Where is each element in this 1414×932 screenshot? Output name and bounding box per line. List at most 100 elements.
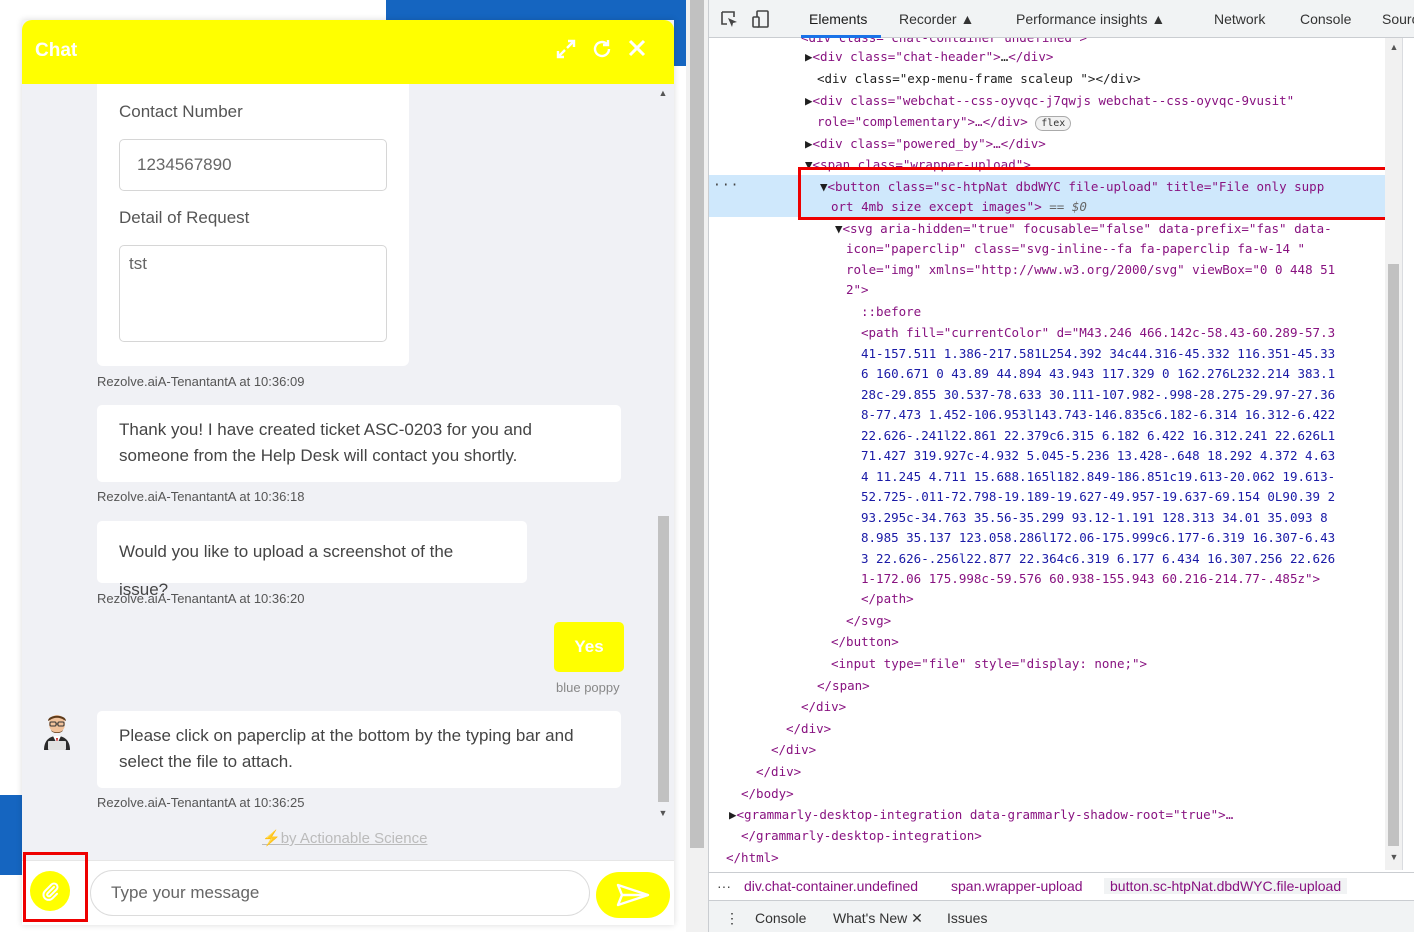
tab-recorder[interactable]: Recorder ▲ bbox=[899, 11, 974, 27]
drawer-tab-console[interactable]: Console bbox=[755, 910, 806, 926]
dom-tree-scrollbar[interactable]: ▲ ▼ bbox=[1385, 38, 1402, 870]
tab-sources[interactable]: Sourc bbox=[1382, 11, 1414, 27]
dom-line[interactable]: 4 11.245 4.711 15.688.165l182.849-186.85… bbox=[861, 466, 1335, 488]
dom-line[interactable]: ▼<svg aria-hidden="true" focusable="fals… bbox=[835, 218, 1332, 240]
user-message: Yes bbox=[554, 622, 624, 672]
dom-line[interactable]: 71.427 319.927c-4.932 5.045-5.236 13.428… bbox=[861, 445, 1335, 467]
breadcrumb-item[interactable]: span.wrapper-upload bbox=[951, 878, 1083, 894]
dom-line[interactable]: ▶<grammarly-desktop-integration data-gra… bbox=[729, 804, 1233, 826]
page-scrollbar[interactable] bbox=[686, 0, 708, 932]
dom-line[interactable]: role="complementary">…</div> flex bbox=[817, 111, 1072, 133]
page-scrollbar-thumb[interactable] bbox=[690, 0, 704, 848]
message-meta: Rezolve.aiA-TenantantA at 10:36:20 bbox=[97, 591, 305, 606]
dom-line[interactable]: </button> bbox=[831, 631, 899, 653]
powered-by-link[interactable]: ⚡by Actionable Science bbox=[262, 829, 427, 847]
dom-line[interactable]: </div> bbox=[771, 739, 816, 761]
breadcrumb-item-selected[interactable]: button.sc-htpNat.dbdWYC.file-upload bbox=[1104, 878, 1348, 894]
dom-line[interactable]: </html> bbox=[726, 847, 779, 869]
breadcrumb-item[interactable]: div.chat-container.undefined bbox=[744, 878, 918, 894]
dom-line[interactable]: 8.985 35.137 123.058.286l172.06-175.999c… bbox=[861, 527, 1335, 549]
contact-form-card: Contact Number 1234567890 Detail of Requ… bbox=[97, 84, 409, 366]
message-meta: Rezolve.aiA-TenantantA at 10:36:09 bbox=[97, 374, 305, 389]
tab-network[interactable]: Network bbox=[1214, 11, 1265, 27]
message-meta: Rezolve.aiA-TenantantA at 10:36:25 bbox=[97, 795, 305, 810]
tab-elements[interactable]: Elements bbox=[809, 11, 867, 27]
dom-line[interactable]: </span> bbox=[817, 675, 870, 697]
inspect-element-icon[interactable] bbox=[719, 9, 739, 29]
dom-line[interactable]: 41-157.511 1.386-217.581L254.392 34c44.3… bbox=[861, 343, 1335, 365]
bot-avatar bbox=[36, 710, 78, 752]
dom-line[interactable]: 93.295c-34.763 35.56-35.299 93.12-1.191 … bbox=[861, 507, 1328, 529]
drawer-tab-whats-new[interactable]: What's New ✕ bbox=[833, 910, 923, 927]
dom-line[interactable]: <path fill="currentColor" d="M43.246 466… bbox=[861, 322, 1335, 344]
dom-line[interactable]: role="img" xmlns="http://www.w3.org/2000… bbox=[846, 259, 1335, 281]
message-input[interactable] bbox=[90, 870, 590, 916]
contact-number-field[interactable]: 1234567890 bbox=[119, 139, 387, 191]
close-tab-icon[interactable]: ✕ bbox=[911, 910, 923, 926]
dom-line[interactable]: 28c-29.855 30.537-78.633 30.111-107.982-… bbox=[861, 384, 1335, 406]
flask-icon: ▲ bbox=[1151, 11, 1166, 27]
bot-message: Thank you! I have created ticket ASC-020… bbox=[97, 405, 621, 482]
powered-by-text: by Actionable Science bbox=[280, 830, 428, 847]
close-icon[interactable] bbox=[625, 38, 649, 62]
scroll-down-arrow-icon[interactable]: ▼ bbox=[657, 808, 669, 818]
send-icon bbox=[616, 883, 650, 907]
detail-of-request-label: Detail of Request bbox=[119, 208, 250, 227]
dom-breadcrumb: ··· div.chat-container.undefined span.wr… bbox=[709, 872, 1414, 900]
highlight-button-node-box bbox=[798, 167, 1385, 220]
bolt-icon: ⚡ bbox=[262, 830, 281, 847]
chat-widget: Chat Contact Number 1234567890 Detail of… bbox=[22, 20, 674, 925]
refresh-icon[interactable] bbox=[590, 38, 614, 62]
scroll-down-arrow-icon[interactable]: ▼ bbox=[1388, 852, 1400, 862]
dom-line[interactable]: </div> bbox=[786, 718, 831, 740]
expand-icon[interactable] bbox=[554, 38, 578, 62]
more-options-icon[interactable]: ··· bbox=[713, 178, 739, 193]
dom-line[interactable]: icon="paperclip" class="svg-inline--fa f… bbox=[846, 238, 1305, 260]
drawer-tab-issues[interactable]: Issues bbox=[947, 910, 987, 926]
devtools-drawer: ⋮ Console What's New ✕ Issues bbox=[709, 900, 1414, 932]
highlight-paperclip-box bbox=[23, 852, 88, 922]
flask-icon: ▲ bbox=[960, 11, 975, 27]
dom-line[interactable]: </div> bbox=[756, 761, 801, 783]
dom-line[interactable]: ▶<div class="powered_by">…</div> bbox=[805, 133, 1046, 155]
dom-line[interactable]: </grammarly-desktop-integration> bbox=[741, 825, 982, 847]
scroll-up-arrow-icon[interactable]: ▲ bbox=[1388, 42, 1400, 52]
flex-badge[interactable]: flex bbox=[1035, 116, 1072, 131]
bot-message: Please click on paperclip at the bottom … bbox=[97, 711, 621, 788]
chat-scrollbar[interactable]: ▲ ▼ bbox=[654, 86, 672, 826]
scroll-up-arrow-icon[interactable]: ▲ bbox=[657, 88, 669, 98]
tab-console[interactable]: Console bbox=[1300, 11, 1351, 27]
send-button[interactable] bbox=[596, 872, 670, 918]
device-toolbar-icon[interactable] bbox=[751, 9, 771, 29]
tab-performance-insights[interactable]: Performance insights ▲ bbox=[1016, 11, 1165, 27]
dom-line[interactable]: </div> bbox=[801, 696, 846, 718]
dom-line[interactable]: ::before bbox=[861, 301, 921, 323]
dom-line[interactable]: <input type="file" style="display: none;… bbox=[831, 653, 1147, 675]
styles-pane-edge bbox=[1402, 38, 1414, 870]
drawer-tab-whats-new-label: What's New bbox=[833, 910, 908, 926]
breadcrumb-overflow-icon[interactable]: ··· bbox=[717, 878, 731, 894]
dom-tree: ··· <div class="chat-container undefined… bbox=[709, 38, 1385, 870]
dom-tree-scrollbar-thumb[interactable] bbox=[1388, 264, 1399, 846]
dom-line[interactable]: 8-77.473 1.452-106.953l143.743-146.835c6… bbox=[861, 404, 1335, 426]
devtools-panel: Elements Recorder ▲ Performance insights… bbox=[708, 0, 1414, 932]
dom-line[interactable]: 3 22.626-.256l22.877 22.364c6.319 6.177 … bbox=[861, 548, 1335, 570]
web-page: Chat Contact Number 1234567890 Detail of… bbox=[0, 0, 686, 932]
dom-line[interactable]: 52.725-.011-72.798-19.189-19.627-49.957-… bbox=[861, 486, 1335, 508]
dom-line[interactable]: </path> bbox=[861, 588, 914, 610]
dom-line[interactable]: 22.626-.241l22.861 22.379c6.315 6.182 6.… bbox=[861, 425, 1335, 447]
tab-performance-label: Performance insights bbox=[1016, 11, 1148, 27]
drawer-menu-icon[interactable]: ⋮ bbox=[725, 910, 739, 927]
dom-line[interactable]: <div class="exp-menu-frame scaleup "></d… bbox=[817, 68, 1141, 90]
dom-line[interactable]: </svg> bbox=[846, 610, 891, 632]
dom-line[interactable]: 2"> bbox=[846, 279, 869, 301]
chat-scrollbar-thumb[interactable] bbox=[658, 516, 669, 802]
tab-recorder-label: Recorder bbox=[899, 11, 957, 27]
dom-line[interactable]: 1-172.06 175.998c-59.576 60.938-155.943 … bbox=[861, 568, 1320, 590]
dom-line[interactable]: ▶<div class="webchat--css-oyvqc-j7qwjs w… bbox=[805, 90, 1294, 112]
dom-line[interactable]: ▶<div class="chat-header">…</div> bbox=[805, 46, 1053, 68]
dom-line[interactable]: 6 160.671 0 43.89 44.894 43.943 117.329 … bbox=[861, 363, 1335, 385]
dom-line[interactable]: </body> bbox=[741, 783, 794, 805]
user-name: blue poppy bbox=[556, 680, 620, 695]
detail-of-request-field[interactable]: tst bbox=[119, 245, 387, 342]
